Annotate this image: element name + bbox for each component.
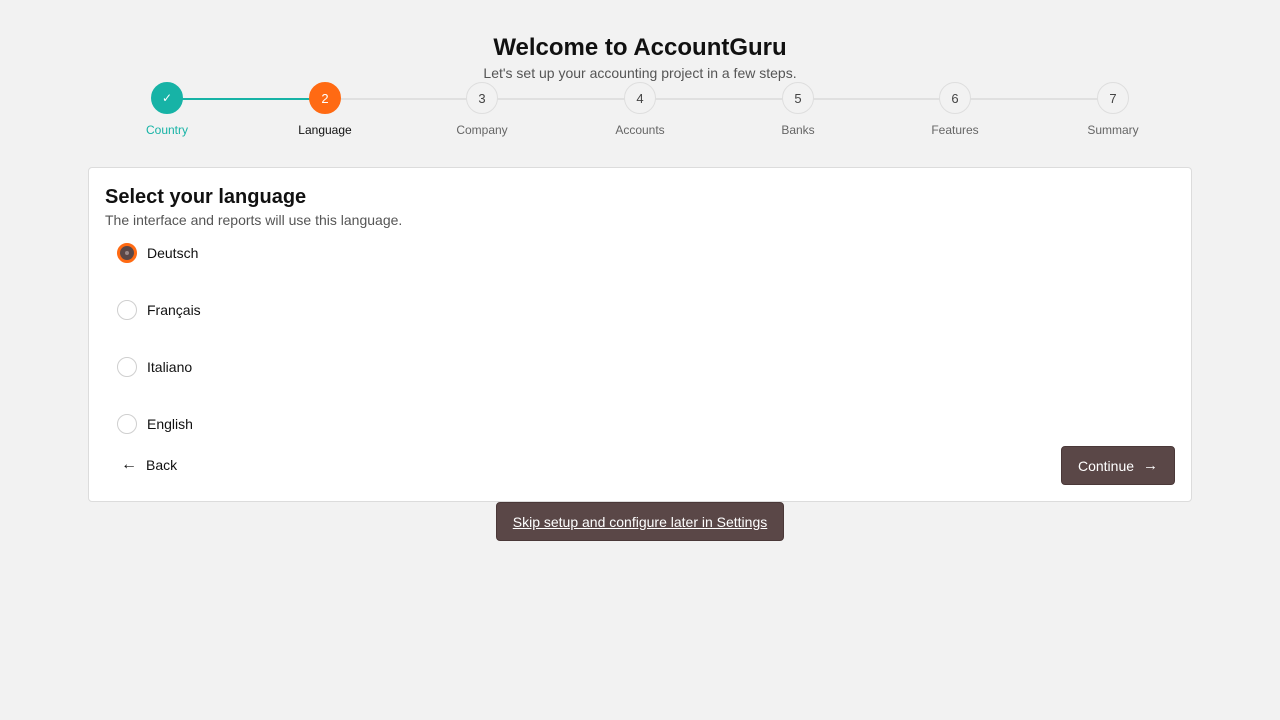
step-label: Country bbox=[145, 123, 189, 137]
step-number: 3 bbox=[466, 82, 498, 114]
language-card: Select your language The interface and r… bbox=[88, 167, 1192, 502]
step-accounts: 4 Accounts bbox=[580, 82, 700, 137]
step-label: Features bbox=[931, 123, 979, 137]
back-label: Back bbox=[146, 457, 178, 473]
step-number: 5 bbox=[782, 82, 814, 114]
page-subtitle: Let's set up your accounting project in … bbox=[483, 65, 797, 81]
option-label: Français bbox=[147, 302, 201, 318]
arrow-right-icon: → bbox=[1143, 457, 1159, 474]
radio-button[interactable] bbox=[117, 414, 137, 434]
continue-button[interactable]: Continue → bbox=[1061, 446, 1175, 485]
radio-button[interactable] bbox=[117, 243, 137, 263]
language-option-english[interactable]: English bbox=[117, 412, 193, 436]
language-option-francais[interactable]: Français bbox=[117, 298, 201, 322]
back-button[interactable]: ← Back bbox=[121, 454, 177, 476]
page-title: Welcome to AccountGuru bbox=[493, 34, 787, 61]
radio-button[interactable] bbox=[117, 300, 137, 320]
step-summary: 7 Summary bbox=[1053, 82, 1173, 137]
check-icon: ✓ bbox=[151, 82, 183, 114]
option-label: Italiano bbox=[147, 359, 193, 375]
language-option-deutsch[interactable]: Deutsch bbox=[117, 241, 198, 265]
setup-wizard-page: Welcome to AccountGuru Let's set up your… bbox=[0, 0, 1280, 720]
step-number: 2 bbox=[309, 82, 341, 114]
step-label: Company bbox=[456, 123, 508, 137]
radio-button[interactable] bbox=[117, 357, 137, 377]
skip-setup-button[interactable]: Skip setup and configure later in Settin… bbox=[496, 502, 784, 541]
continue-label: Continue bbox=[1077, 457, 1135, 474]
header: Welcome to AccountGuru Let's set up your… bbox=[0, 33, 1280, 82]
language-option-italiano[interactable]: Italiano bbox=[117, 355, 192, 379]
step-company: 3 Company bbox=[422, 82, 542, 137]
option-label: English bbox=[147, 416, 193, 432]
step-number: 7 bbox=[1097, 82, 1129, 114]
card-title: Select your language bbox=[105, 186, 307, 208]
step-label: Language bbox=[298, 123, 352, 137]
step-label: Accounts bbox=[615, 123, 665, 137]
card-description: The interface and reports will use this … bbox=[105, 212, 403, 228]
step-country[interactable]: ✓ Country bbox=[107, 82, 227, 137]
step-language[interactable]: 2 Language bbox=[265, 82, 385, 137]
arrow-left-icon: ← bbox=[121, 456, 137, 473]
stepper: ✓ Country 2 Language 3 Company 4 Account… bbox=[0, 82, 1280, 142]
step-number: 4 bbox=[624, 82, 656, 114]
option-label: Deutsch bbox=[147, 245, 199, 261]
step-banks: 5 Banks bbox=[738, 82, 858, 137]
step-number: 6 bbox=[939, 82, 971, 114]
step-label: Summary bbox=[1087, 123, 1139, 137]
step-features: 6 Features bbox=[895, 82, 1015, 137]
step-label: Banks bbox=[781, 123, 815, 137]
